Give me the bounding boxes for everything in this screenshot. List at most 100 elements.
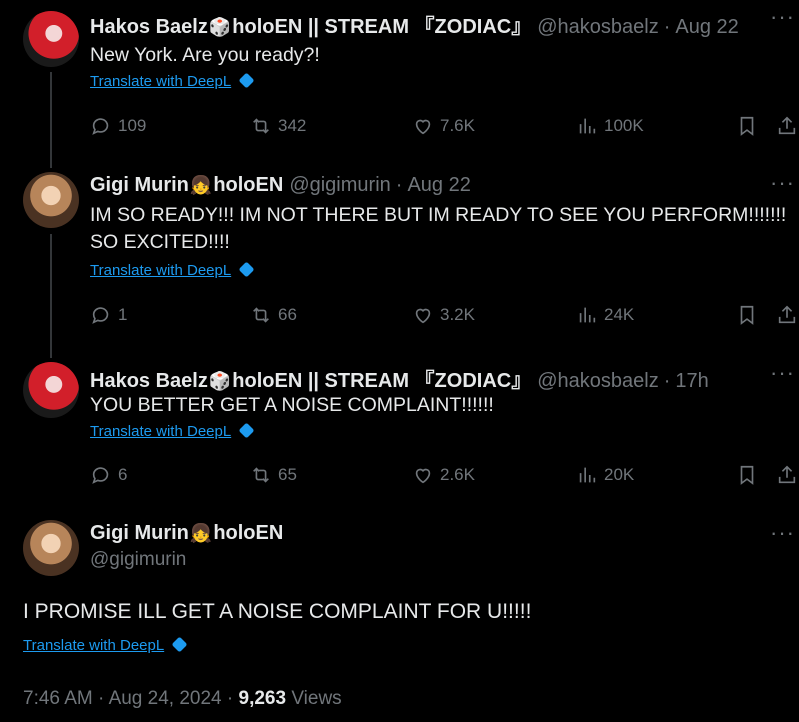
like-button[interactable]: 3.2K — [412, 304, 475, 326]
reply-button[interactable]: 109 — [90, 115, 146, 137]
translate-link[interactable]: Translate with DeepL — [90, 422, 255, 440]
reply-icon — [92, 467, 109, 484]
handle[interactable]: @gigimurin — [90, 549, 283, 571]
retweet-icon — [253, 307, 269, 323]
view-count: 100K — [604, 116, 644, 135]
share-icon — [778, 116, 796, 135]
deepl-icon — [171, 636, 188, 653]
avatar[interactable] — [23, 362, 79, 418]
translate-link[interactable]: Translate with DeepL — [23, 636, 188, 654]
tweet-header: Hakos Baelz 🎲 holoEN || STREAM 『ZODIAC』 … — [90, 364, 709, 393]
share-button[interactable] — [776, 304, 798, 326]
share-button[interactable] — [776, 115, 798, 137]
retweet-button[interactable]: 65 — [250, 464, 297, 486]
bookmark-icon — [740, 305, 754, 325]
bookmark-icon — [740, 116, 754, 136]
translate-label[interactable]: Translate with DeepL — [90, 423, 231, 440]
translate-label[interactable]: Translate with DeepL — [90, 73, 231, 90]
post-date[interactable]: Aug 24, 2024 — [109, 688, 222, 709]
display-name-suffix[interactable]: holoEN || STREAM 『ZODIAC』 — [232, 364, 531, 393]
display-name-suffix[interactable]: holoEN — [213, 522, 283, 544]
tweet-3[interactable]: Hakos Baelz 🎲 holoEN || STREAM 『ZODIAC』 … — [0, 360, 799, 510]
views-button[interactable]: 100K — [576, 115, 644, 137]
reply-button[interactable]: 6 — [90, 464, 127, 486]
view-count: 24K — [604, 305, 635, 324]
tweet-2[interactable]: Gigi Murin 👧 holoEN @gigimurin · Aug 22 … — [0, 170, 799, 360]
views-label: Views — [291, 688, 342, 709]
display-name[interactable]: Hakos Baelz — [90, 16, 208, 39]
retweet-icon — [253, 118, 269, 134]
views-button[interactable]: 24K — [576, 304, 634, 326]
dice-emoji: 🎲 — [208, 17, 232, 37]
heart-icon — [415, 308, 431, 324]
handle[interactable]: @hakosbaelz — [537, 16, 658, 39]
share-button[interactable] — [776, 464, 798, 486]
handle[interactable]: @gigimurin — [289, 174, 390, 197]
bookmark-icon — [740, 465, 754, 485]
timestamp[interactable]: 17h — [675, 370, 708, 393]
views-button[interactable]: 20K — [576, 464, 634, 486]
analytics-icon — [579, 118, 596, 134]
tweet-meta: 7:46 AM · Aug 24, 2024 · 9,263 Views — [23, 688, 342, 710]
author-block: Gigi Murin👧holoEN @gigimurin — [90, 522, 283, 571]
display-name[interactable]: Gigi Murin — [90, 174, 189, 197]
share-icon — [778, 465, 796, 484]
views-count: 9,263 — [238, 688, 287, 709]
translate-label[interactable]: Translate with DeepL — [90, 262, 231, 279]
avatar[interactable] — [23, 11, 79, 67]
view-count: 20K — [604, 465, 635, 484]
post-time[interactable]: 7:46 AM — [23, 688, 93, 709]
reply-count: 109 — [118, 116, 147, 135]
separator-dot: · — [98, 688, 109, 709]
tweet-1[interactable]: Hakos Baelz 🎲 holoEN || STREAM 『ZODIAC』 … — [0, 0, 799, 170]
more-options-icon[interactable]: ··· — [770, 520, 795, 546]
share-icon — [778, 305, 796, 324]
display-name[interactable]: Gigi Murin — [90, 522, 189, 544]
translate-link[interactable]: Translate with DeepL — [90, 72, 255, 90]
more-options-icon[interactable]: ··· — [770, 360, 795, 386]
analytics-icon — [579, 467, 596, 483]
handle[interactable]: @hakosbaelz — [537, 370, 658, 393]
retweet-icon — [253, 467, 269, 483]
reply-icon — [92, 307, 109, 324]
display-name-suffix[interactable]: holoEN || STREAM 『ZODIAC』 — [232, 10, 531, 39]
avatar[interactable] — [23, 520, 79, 576]
bookmark-button[interactable] — [736, 464, 758, 486]
timestamp[interactable]: Aug 22 — [675, 16, 738, 39]
reply-count: 1 — [118, 305, 128, 324]
deepl-icon — [238, 261, 255, 278]
like-count: 3.2K — [440, 305, 475, 324]
bookmark-button[interactable] — [736, 115, 758, 137]
action-bar: 6 65 2.6K 20K — [90, 464, 799, 488]
tweet-text: IM SO READY!!! IM NOT THERE BUT IM READY… — [90, 204, 787, 253]
separator-dot: · — [226, 688, 239, 709]
display-name-suffix[interactable]: holoEN — [213, 174, 283, 197]
display-name[interactable]: Hakos Baelz — [90, 370, 208, 393]
thread-line — [50, 72, 52, 168]
tweet-text: YOU BETTER GET A NOISE COMPLAINT!!!!!! — [90, 394, 494, 416]
more-options-icon[interactable]: ··· — [770, 170, 795, 196]
like-button[interactable]: 2.6K — [412, 464, 475, 486]
like-count: 2.6K — [440, 465, 475, 484]
tweet-header: Gigi Murin 👧 holoEN @gigimurin · Aug 22 — [90, 174, 471, 197]
more-options-icon[interactable]: ··· — [770, 4, 795, 30]
retweet-count: 66 — [278, 305, 297, 324]
heart-icon — [415, 119, 431, 135]
deepl-icon — [238, 72, 255, 89]
thread-line — [50, 234, 52, 358]
like-button[interactable]: 7.6K — [412, 115, 475, 137]
like-count: 7.6K — [440, 116, 475, 135]
retweet-button[interactable]: 66 — [250, 304, 297, 326]
dice-emoji: 🎲 — [208, 371, 232, 391]
avatar[interactable] — [23, 172, 79, 228]
translate-link[interactable]: Translate with DeepL — [90, 261, 255, 279]
retweet-button[interactable]: 342 — [250, 115, 306, 137]
bookmark-button[interactable] — [736, 304, 758, 326]
separator-dot: · — [663, 370, 671, 392]
tweet-header: Hakos Baelz 🎲 holoEN || STREAM 『ZODIAC』 … — [90, 10, 739, 39]
reply-button[interactable]: 1 — [90, 304, 127, 326]
translate-label[interactable]: Translate with DeepL — [23, 637, 164, 654]
timestamp[interactable]: Aug 22 — [407, 174, 470, 197]
deepl-icon — [238, 422, 255, 439]
action-bar: 109 342 7.6K 100K — [90, 115, 799, 139]
